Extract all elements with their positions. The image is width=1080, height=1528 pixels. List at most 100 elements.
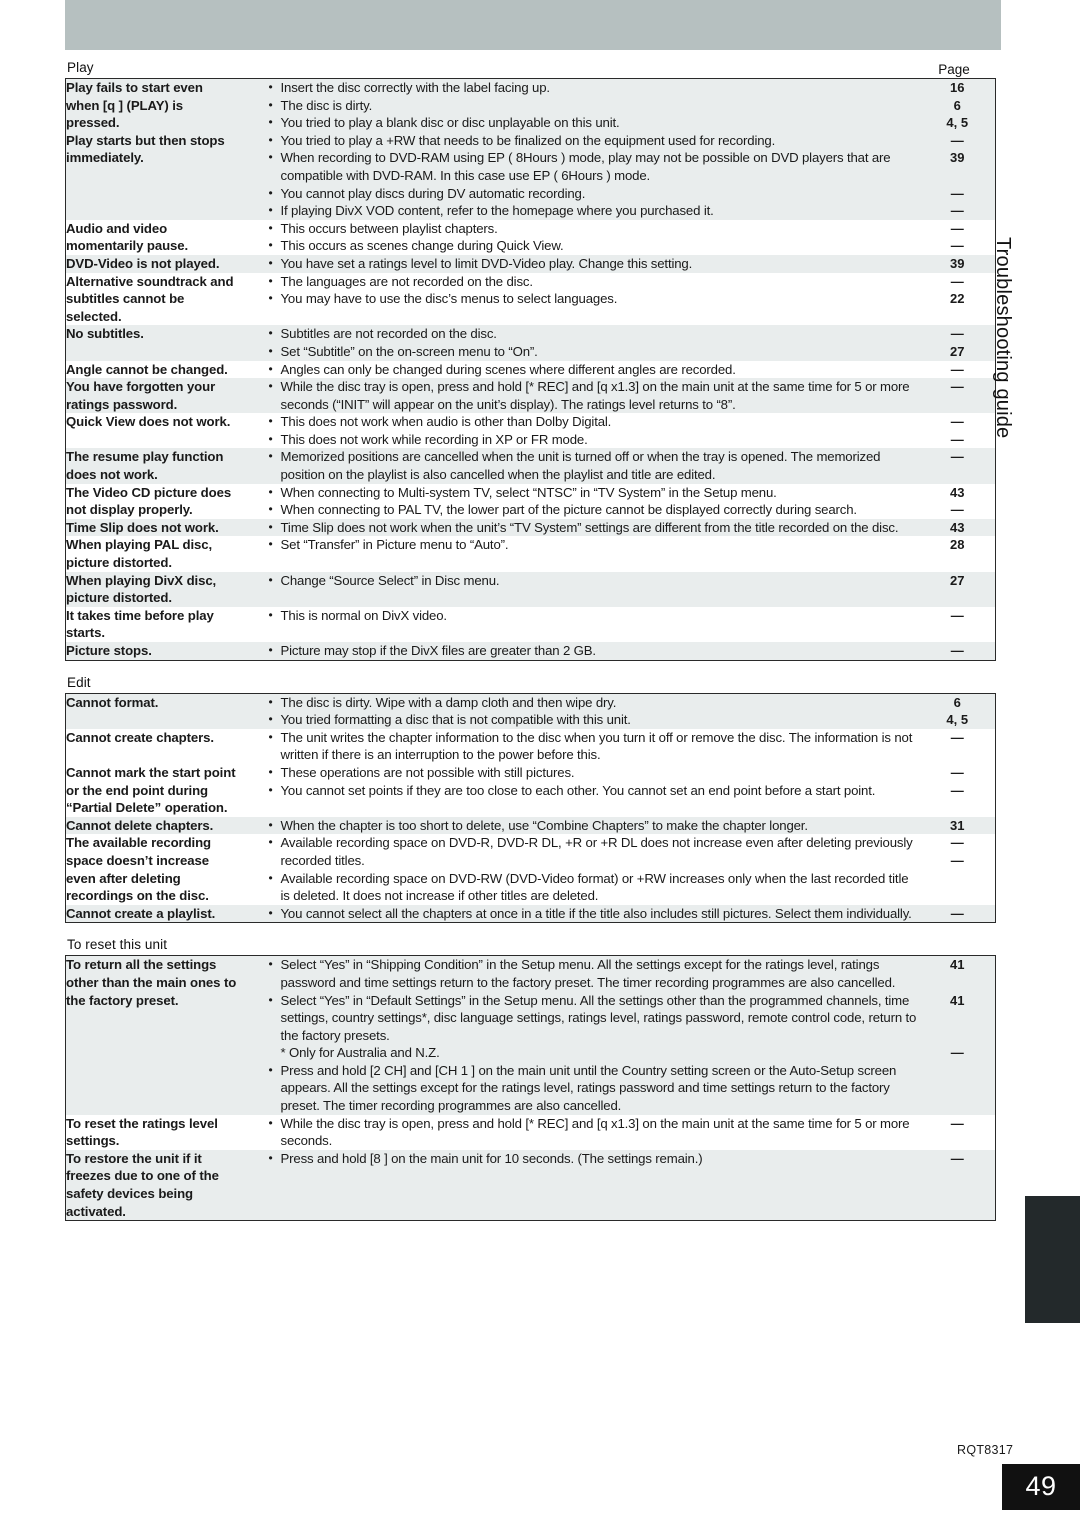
remedy-item: Angles can only be changed during scenes… [269, 361, 920, 379]
remedy-item: Subtitles are not recorded on the disc. [269, 325, 920, 343]
page-ref: — [950, 431, 964, 447]
symptom-line: Cannot mark the start point [66, 764, 236, 780]
remedy-item: While the disc tray is open, press and h… [269, 378, 920, 413]
troubleshooting-tables: Play Play fails to start even when [q ] (P… [65, 60, 996, 1235]
remedy-item: Set “Transfer” in Picture menu to “Auto”… [269, 536, 920, 554]
page-ref: 4, 5 [946, 712, 969, 728]
symptom-line: The Video CD picture does [66, 484, 232, 500]
page-ref: — [950, 1115, 964, 1131]
page-ref-cell: 6 4, 5 [919, 693, 996, 729]
symptom-cell: DVD-Video is not played. [65, 254, 269, 273]
symptom-line: the factory preset. [66, 992, 179, 1008]
page-ref: 39 [950, 255, 965, 271]
table-row: Audio and video momentarily pause. This oc… [65, 219, 996, 255]
symptom-line: When playing PAL disc, [66, 537, 213, 553]
remedy-item: While the disc tray is open, press and h… [269, 1115, 920, 1150]
symptom-line: Cannot format. [66, 694, 159, 710]
page-ref-cell: 39 [919, 254, 996, 273]
page-ref-cell: — [919, 642, 996, 661]
symptom-line: Angle cannot be changed. [66, 361, 228, 377]
page-ref [920, 974, 996, 992]
remedy-item: When recording to DVD-RAM using EP ( 8Ho… [269, 149, 920, 184]
table-row: Cannot create chapters. The unit writes t… [65, 728, 996, 764]
symptom-cell: You have forgotten your ratings password. [65, 378, 269, 414]
remedy-item: You tried to play a +RW that needs to be… [269, 132, 920, 150]
table-row: When playing DivX disc, picture distorted… [65, 571, 996, 607]
symptom-line: recordings on the disc. [66, 888, 209, 904]
remedy-cell: This does not work when audio is other t… [268, 413, 920, 449]
symptom-line: Alternative soundtrack and [66, 273, 234, 289]
page-ref-cell: — [919, 904, 996, 923]
table-row: Play fails to start even when [q ] (PLAY)… [65, 78, 996, 220]
symptom-line: activated. [66, 1203, 126, 1219]
remedy-item: Press and hold [8 ] on the main unit for… [269, 1150, 920, 1168]
symptom-line: To restore the unit if it [66, 1150, 202, 1166]
remedy-cell: Set “Transfer” in Picture menu to “Auto”… [268, 536, 920, 572]
remedy-cell: Select “Yes” in “Shipping Condition” in … [268, 955, 920, 1115]
page-ref-cell: — [919, 1114, 996, 1150]
remedy-item: When the chapter is too short to delete,… [269, 817, 920, 835]
page-ref: 22 [950, 291, 965, 307]
remedy-item: Select “Yes” in “Default Settings” in th… [269, 992, 920, 1045]
remedy-cell: This is normal on DivX video. [268, 606, 920, 642]
section-label: Edit [67, 674, 91, 690]
symptom-line: Quick View does not work. [66, 414, 231, 430]
symptom-cell: Audio and video momentarily pause. [65, 219, 269, 255]
symptom-cell: Play fails to start even when [q ] (PLAY)… [65, 78, 269, 220]
page-ref-cell: — — [919, 834, 996, 905]
page-ref: — [950, 502, 964, 518]
symptom-line: picture distorted. [66, 590, 172, 606]
table-row: Cannot create a playlist. You cannot sele… [65, 904, 996, 923]
symptom-line: Time Slip does not work. [66, 519, 219, 535]
symptom-line: freezes due to one of the [66, 1168, 219, 1184]
remedy-item: The unit writes the chapter information … [269, 729, 920, 764]
table-row: To return all the settings other than the… [65, 955, 996, 1115]
table-row: When playing PAL disc, picture distorted.… [65, 536, 996, 572]
remedy-item: These operations are not possible with s… [269, 764, 920, 782]
remedy-cell: The unit writes the chapter information … [268, 728, 920, 764]
symptom-line: It takes time before play [66, 607, 214, 623]
symptom-line: other than the main ones to [66, 974, 237, 990]
symptom-line: does not work. [66, 467, 158, 483]
page-ref-cell: — [919, 1149, 996, 1221]
symptom-line: Audio and video [66, 220, 168, 236]
symptom-cell: Quick View does not work. [65, 413, 269, 449]
page-ref-cell: —27 [919, 325, 996, 361]
page-ref: 27 [950, 572, 965, 588]
table-row: The resume play function does not work. Me… [65, 448, 996, 484]
remedy-cell: You have set a ratings level to limit DV… [268, 254, 920, 273]
symptom-line: space doesn’t increase [66, 852, 209, 868]
table-row: No subtitles. Subtitles are not recorded … [65, 325, 996, 361]
symptom-line: even after deleting [66, 870, 181, 886]
table-row: DVD-Video is not played. You have set a r… [65, 254, 996, 273]
page-ref [920, 167, 996, 185]
remedy-item: Set “Subtitle” on the on-screen menu to … [269, 343, 920, 361]
remedy-item: You tried formatting a disc that is not … [269, 711, 920, 729]
table-row: The Video CD picture does not display pro… [65, 483, 996, 519]
symptom-line: subtitles cannot be [66, 291, 185, 307]
remedy-item: Select “Yes” in “Shipping Condition” in … [269, 956, 920, 991]
table-row: You have forgotten your ratings password.… [65, 378, 996, 414]
page-ref-cell: 28 [919, 536, 996, 572]
symptom-line: ratings password. [66, 396, 178, 412]
page-ref: — [950, 643, 964, 658]
page-ref-cell: — [919, 448, 996, 484]
symptom-line: Cannot create a playlist. [66, 905, 216, 921]
table-row: Angle cannot be changed. Angles can only … [65, 360, 996, 379]
page-ref: 16 [950, 80, 965, 95]
remedy-item: You may have to use the disc’s menus to … [269, 290, 920, 308]
page-ref [920, 1062, 996, 1080]
symptom-cell: To restore the unit if it freezes due to … [65, 1149, 269, 1221]
page-ref-cell: 31 [919, 816, 996, 835]
symptom-line: You have forgotten your [66, 379, 216, 395]
page-ref: 41 [950, 992, 965, 1008]
symptom-line: Play starts but then stops [66, 132, 225, 148]
edge-thumb-tab [1025, 1196, 1080, 1323]
remedy-cell: Memorized positions are cancelled when t… [268, 448, 920, 484]
symptom-cell: When playing DivX disc, picture distorted… [65, 571, 269, 607]
remedy-item: This occurs as scenes change during Quic… [269, 237, 920, 255]
remedy-cell: Press and hold [8 ] on the main unit for… [268, 1149, 920, 1221]
remedy-cell: These operations are not possible with s… [268, 763, 920, 817]
remedy-item: You cannot set points if they are too cl… [269, 782, 920, 800]
remedy-cell: When connecting to Multi-system TV, sele… [268, 483, 920, 519]
